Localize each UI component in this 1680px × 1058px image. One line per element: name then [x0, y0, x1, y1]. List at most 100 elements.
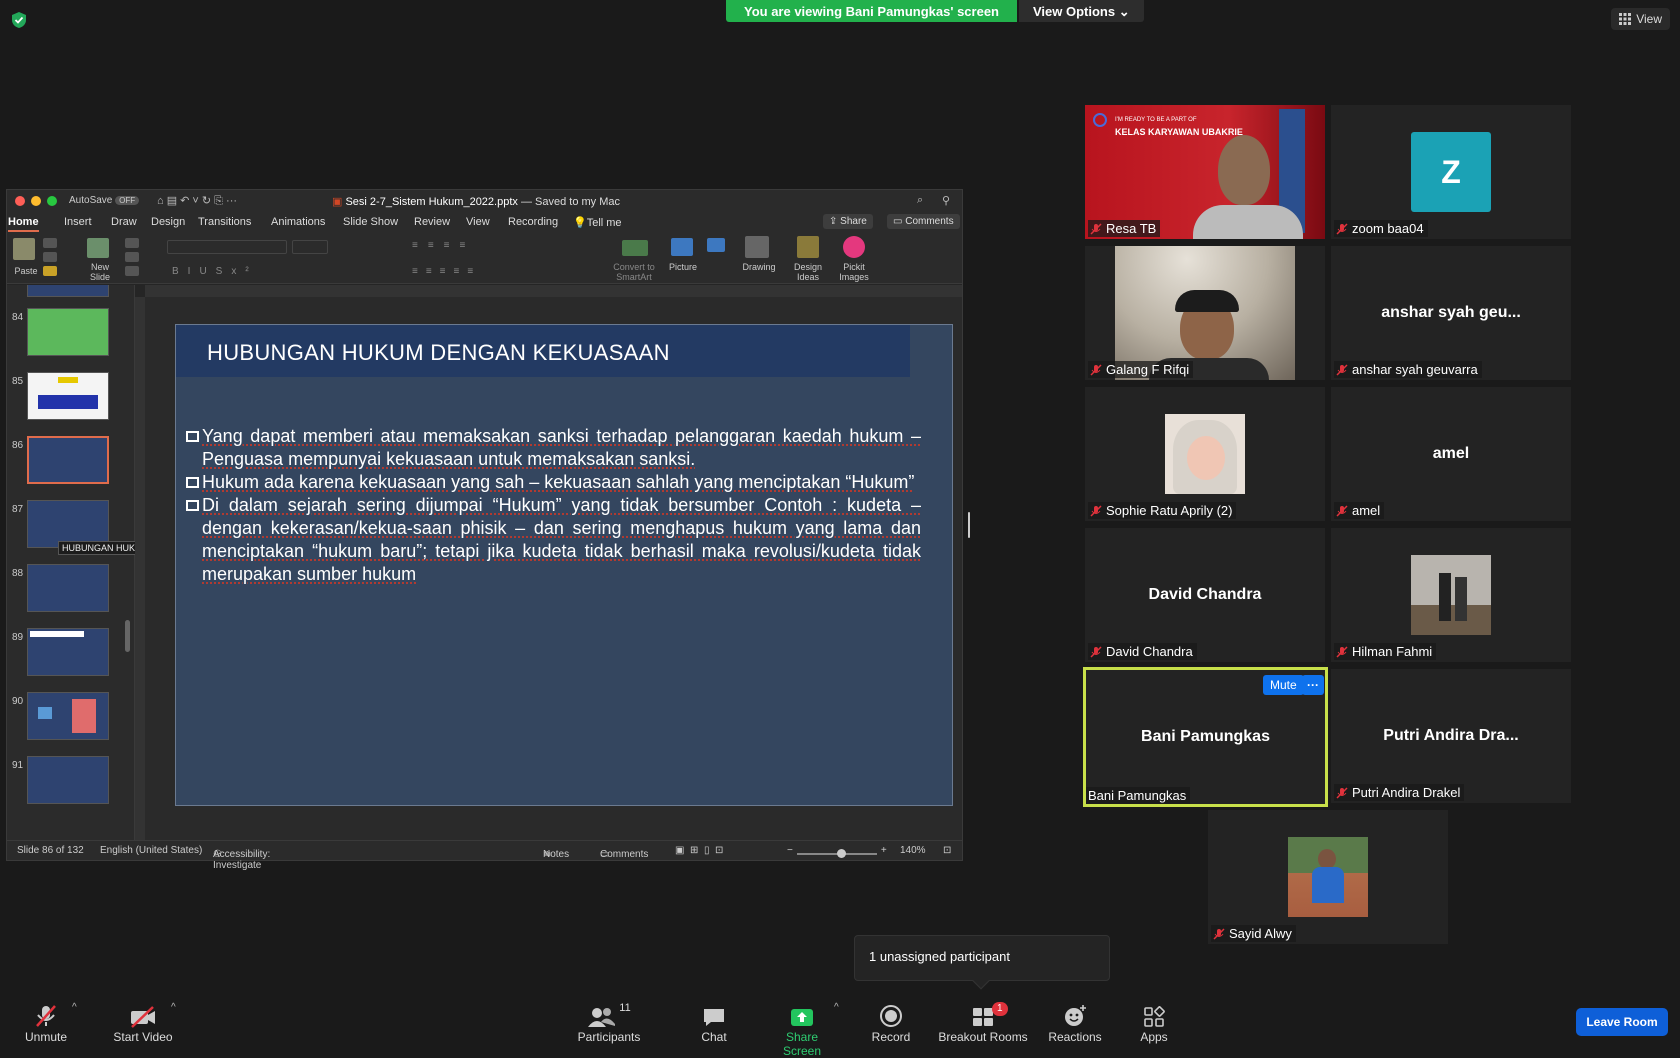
split-divider-handle[interactable]: [968, 512, 970, 538]
view-options-button[interactable]: View Options ⌄: [1019, 0, 1144, 22]
alignment-icons[interactable]: ≡≡≡≡≡: [412, 266, 481, 277]
slide-thumbnail[interactable]: [27, 308, 109, 356]
share-options-chevron-icon[interactable]: ^: [834, 1002, 839, 1013]
active-speaker-tile[interactable]: Mute ··· Bani Pamungkas Bani Pamungkas: [1083, 667, 1328, 807]
current-slide[interactable]: HUBUNGAN HUKUM DENGAN KEKUASAAN Yang dap…: [175, 324, 953, 806]
mute-button[interactable]: Mute: [1263, 675, 1304, 695]
person-face: [1318, 849, 1336, 869]
thumbnail-row[interactable]: 85: [7, 372, 134, 424]
thumbnail-row[interactable]: 84: [7, 308, 134, 360]
tab-transitions[interactable]: Transitions: [198, 216, 251, 228]
participant-tile[interactable]: Hilman Fahmi: [1331, 528, 1571, 662]
breakout-rooms-button[interactable]: 1 Breakout Rooms: [938, 1002, 1028, 1044]
participant-tile[interactable]: I'M READY TO BE A PART OF KELAS KARYAWAN…: [1085, 105, 1325, 239]
tab-review[interactable]: Review: [414, 216, 450, 228]
start-video-label: Start Video: [113, 1030, 173, 1044]
slide-thumbnail[interactable]: [27, 285, 109, 297]
slide-title-bar: HUBUNGAN HUKUM DENGAN KEKUASAAN: [176, 325, 910, 377]
audio-options-chevron-icon[interactable]: ^: [72, 1002, 77, 1013]
thumbnail-row[interactable]: 91: [7, 756, 134, 808]
participant-tile[interactable]: David Chandra David Chandra: [1085, 528, 1325, 662]
record-button[interactable]: Record: [871, 1002, 911, 1044]
unassigned-participant-notice[interactable]: 1 unassigned participant: [854, 935, 1110, 990]
view-mode-icons[interactable]: ▣ ⊞ ▯ ⊡: [675, 845, 723, 856]
minimize-window-icon[interactable]: [31, 196, 41, 206]
shapes-icon[interactable]: [707, 238, 725, 252]
quick-access-icons[interactable]: ⌂ ▤ ↶ ˅ ↻ ⎘ ···: [157, 194, 237, 208]
copy-icon[interactable]: [43, 252, 57, 262]
thumbnail-row[interactable]: 88: [7, 564, 134, 616]
autosave-toggle[interactable]: AutoSave OFF: [69, 195, 140, 206]
participant-tile[interactable]: Putri Andira Dra... Putri Andira Drakel: [1331, 669, 1571, 803]
tab-animations[interactable]: Animations: [271, 216, 325, 228]
reactions-button[interactable]: Reactions: [1048, 1002, 1102, 1044]
thumbnail-row[interactable]: 89: [7, 628, 134, 680]
thumbnail-row[interactable]: 86: [7, 436, 134, 488]
design-ideas-icon[interactable]: [797, 236, 819, 258]
tab-draw[interactable]: Draw: [111, 216, 137, 228]
participant-tile[interactable]: anshar syah geu... anshar syah geuvarra: [1331, 246, 1571, 380]
smartart-icon[interactable]: [622, 240, 648, 256]
share-button[interactable]: ⇪ Share: [823, 214, 873, 229]
close-window-icon[interactable]: [15, 196, 25, 206]
pickit-icon[interactable]: [843, 236, 865, 258]
participant-tile[interactable]: Sayid Alwy: [1208, 810, 1448, 944]
unmute-button[interactable]: Unmute: [20, 1002, 72, 1044]
thumbnail-scrollbar[interactable]: [125, 620, 130, 652]
picture-icon[interactable]: [671, 238, 693, 256]
slide-thumbnail-selected[interactable]: [27, 436, 109, 484]
tab-slide-show[interactable]: Slide Show: [343, 216, 398, 228]
bullet-text: Yang dapat memberi atau memaksakan sanks…: [202, 426, 921, 469]
thumbnail-row[interactable]: 90: [7, 692, 134, 744]
section-icon[interactable]: [125, 266, 139, 276]
leave-room-button[interactable]: Leave Room: [1576, 1008, 1668, 1036]
slide-thumbnails-panel[interactable]: 84 85 86 87 88 89 90 91: [7, 285, 135, 840]
fit-slide-icon[interactable]: ⊡: [943, 845, 951, 856]
new-slide-icon[interactable]: [87, 238, 109, 258]
paste-icon[interactable]: [13, 238, 35, 260]
tab-design[interactable]: Design: [151, 216, 185, 228]
font-size-select[interactable]: [292, 240, 328, 254]
maximize-window-icon[interactable]: [47, 196, 57, 206]
search-icon[interactable]: ⌕: [917, 194, 923, 207]
tab-home[interactable]: Home: [8, 216, 39, 232]
tab-recording[interactable]: Recording: [508, 216, 558, 228]
participant-tile[interactable]: Galang F Rifqi: [1085, 246, 1325, 380]
slide-body[interactable]: Yang dapat memberi atau memaksakan sanks…: [186, 425, 921, 586]
participant-tile[interactable]: amel amel: [1331, 387, 1571, 521]
tab-insert[interactable]: Insert: [64, 216, 92, 228]
participant-tile[interactable]: Sophie Ratu Aprily (2): [1085, 387, 1325, 521]
drawing-icon[interactable]: [745, 236, 769, 258]
apps-button[interactable]: Apps: [1138, 1002, 1170, 1044]
video-options-chevron-icon[interactable]: ^: [171, 1002, 176, 1013]
tab-tell-me[interactable]: 💡Tell me: [573, 216, 622, 229]
participant-tile[interactable]: Z zoom baa04: [1331, 105, 1571, 239]
paragraph-list-icons[interactable]: ≡≡≡≡: [412, 240, 475, 251]
mic-muted-icon: [1336, 504, 1348, 517]
start-video-button[interactable]: Start Video: [108, 1002, 178, 1044]
slide-title[interactable]: HUBUNGAN HUKUM DENGAN KEKUASAAN: [207, 340, 670, 366]
comments-button[interactable]: ▭ Comments: [887, 214, 960, 229]
slide-thumbnail[interactable]: [27, 756, 109, 804]
font-name-select[interactable]: [167, 240, 287, 254]
shield-icon[interactable]: [10, 11, 28, 29]
cut-icon[interactable]: [43, 238, 57, 248]
tab-view[interactable]: View: [466, 216, 490, 228]
language[interactable]: English (United States): [100, 845, 202, 856]
slide-thumbnail[interactable]: [27, 372, 109, 420]
font-format-icons[interactable]: BIUSx²: [172, 266, 258, 277]
layout-icon[interactable]: [125, 238, 139, 248]
slide-thumbnail[interactable]: [27, 564, 109, 612]
more-options-button[interactable]: ···: [1302, 675, 1324, 695]
participants-button[interactable]: 11 Participants: [576, 1002, 642, 1044]
saved-state: — Saved to my Mac: [520, 196, 621, 208]
view-layout-button[interactable]: View: [1611, 8, 1670, 30]
reset-icon[interactable]: [125, 252, 139, 262]
slide-thumbnail[interactable]: [27, 628, 109, 676]
zoom-level[interactable]: 140%: [900, 845, 926, 856]
zoom-slider[interactable]: − +: [787, 845, 887, 859]
account-icon[interactable]: ⚲: [942, 194, 950, 207]
slide-thumbnail[interactable]: [27, 692, 109, 740]
format-painter-icon[interactable]: [43, 266, 57, 276]
chat-button[interactable]: Chat: [696, 1002, 732, 1044]
